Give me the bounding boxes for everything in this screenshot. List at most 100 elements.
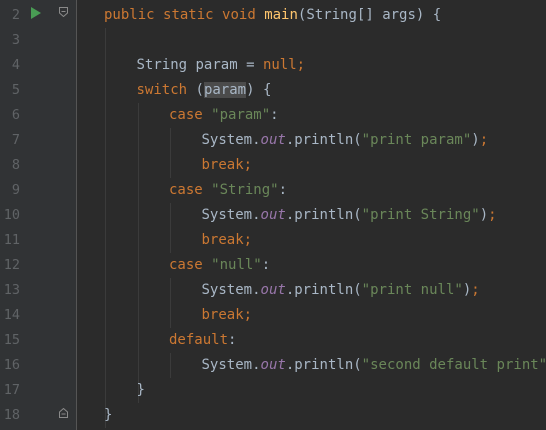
code-text: } xyxy=(137,378,145,403)
code-token: ; xyxy=(479,132,489,148)
code-line[interactable]: 18} xyxy=(0,403,546,428)
code-line[interactable]: 15 default: xyxy=(0,328,546,353)
line-number: 8 xyxy=(11,157,20,173)
code-token: default xyxy=(169,332,229,348)
code-line[interactable]: 17} xyxy=(0,378,546,403)
line-number: 10 xyxy=(3,207,20,223)
code-token: ; xyxy=(296,57,306,73)
line-number: 16 xyxy=(3,357,20,373)
line-number: 18 xyxy=(3,407,20,423)
code-line[interactable]: 14 break; xyxy=(0,303,546,328)
code-token: "param" xyxy=(211,107,271,123)
code-token: System. xyxy=(201,282,261,298)
line-number: 15 xyxy=(3,332,20,348)
code-token: switch xyxy=(136,82,196,98)
code-token: null xyxy=(262,57,297,73)
code-token: : xyxy=(228,332,237,348)
code-token: } xyxy=(136,382,145,398)
code-token: System. xyxy=(201,207,261,223)
code-token: "print param" xyxy=(361,132,472,148)
code-line[interactable]: 9 case "String": xyxy=(0,178,546,203)
code-token: } xyxy=(104,407,113,423)
line-number: 17 xyxy=(3,382,20,398)
code-token: .println( xyxy=(285,132,362,148)
code-text: break; xyxy=(202,153,253,178)
code-line[interactable]: 7 System.out.println("print param"); xyxy=(0,128,546,153)
code-line[interactable]: 2 public static void main(String[] args) … xyxy=(0,3,546,28)
code-token: "second default print" xyxy=(361,357,546,373)
code-token: out xyxy=(260,357,286,373)
code-token: case xyxy=(169,182,212,198)
code-token: : xyxy=(261,257,271,273)
code-token: out xyxy=(260,282,286,298)
code-token: "null" xyxy=(211,257,262,273)
code-text: default: xyxy=(169,328,236,353)
code-token: break xyxy=(201,232,244,248)
line-number: 4 xyxy=(11,57,20,73)
code-token: param xyxy=(203,82,247,98)
line-number: 2 xyxy=(11,7,20,23)
code-token: out xyxy=(260,207,286,223)
code-token: : xyxy=(270,107,279,123)
code-line[interactable]: 4 String param = null; xyxy=(0,53,546,78)
code-token: System. xyxy=(201,357,261,373)
code-token: static xyxy=(163,7,223,23)
code-token: ; xyxy=(243,157,253,173)
code-text: System.out.println("second default print… xyxy=(202,353,546,378)
code-token: break xyxy=(201,307,244,323)
code-token: main xyxy=(264,7,298,23)
code-token: .println( xyxy=(285,207,362,223)
line-number: 14 xyxy=(3,307,20,323)
code-token: .println( xyxy=(285,282,362,298)
code-editor[interactable]: 2 public static void main(String[] args) … xyxy=(0,0,546,430)
code-line[interactable]: 16 System.out.println("second default pri… xyxy=(0,353,546,378)
code-line[interactable]: 11 break; xyxy=(0,228,546,253)
line-number: 5 xyxy=(11,82,20,98)
code-line[interactable]: 6 case "param": xyxy=(0,103,546,128)
code-token: : xyxy=(278,182,288,198)
code-text: case "param": xyxy=(169,103,279,128)
code-token: ) xyxy=(479,207,489,223)
code-token: void xyxy=(222,7,265,23)
code-text: String param = null; xyxy=(137,53,306,78)
code-token: ; xyxy=(488,207,497,223)
code-token: out xyxy=(260,132,286,148)
code-token: public xyxy=(104,7,164,23)
code-text: System.out.println("print param"); xyxy=(202,128,489,153)
code-text: break; xyxy=(202,228,253,253)
code-token: ; xyxy=(471,282,480,298)
code-token: ( xyxy=(195,82,204,98)
line-number: 7 xyxy=(11,132,20,148)
code-token: "print null" xyxy=(361,282,463,298)
code-token: ) xyxy=(462,282,472,298)
line-number: 6 xyxy=(11,107,20,123)
code-text: switch (param) { xyxy=(136,78,272,103)
code-token: "print String" xyxy=(361,207,480,223)
code-line[interactable]: 8 break; xyxy=(0,153,546,178)
code-token: case xyxy=(169,107,212,123)
code-token: String param = xyxy=(136,57,263,73)
line-number: 11 xyxy=(3,232,20,248)
code-line[interactable]: 12 case "null": xyxy=(0,253,546,278)
code-token: "String" xyxy=(211,182,279,198)
code-token: System. xyxy=(201,132,261,148)
code-token: ; xyxy=(243,232,253,248)
code-token: (String[] args) { xyxy=(297,7,442,23)
code-text: System.out.println("print null"); xyxy=(202,278,480,303)
code-token: case xyxy=(169,257,212,273)
line-number: 3 xyxy=(11,32,20,48)
code-line[interactable]: 13 System.out.println("print null"); xyxy=(0,278,546,303)
line-number: 9 xyxy=(11,182,20,198)
code-text: public static void main(String[] args) { xyxy=(104,3,441,28)
code-token: .println( xyxy=(285,357,362,373)
code-token: ) xyxy=(471,132,480,148)
code-token: ) { xyxy=(246,82,272,98)
code-line[interactable]: 10 System.out.println("print String"); xyxy=(0,203,546,228)
line-number: 12 xyxy=(3,257,20,273)
code-text: break; xyxy=(202,303,253,328)
line-number: 13 xyxy=(3,282,20,298)
code-token: ; xyxy=(243,307,253,323)
code-text: System.out.println("print String"); xyxy=(202,203,497,228)
code-line[interactable]: 5 switch (param) { xyxy=(0,78,546,103)
code-line[interactable]: 3 xyxy=(0,28,546,53)
